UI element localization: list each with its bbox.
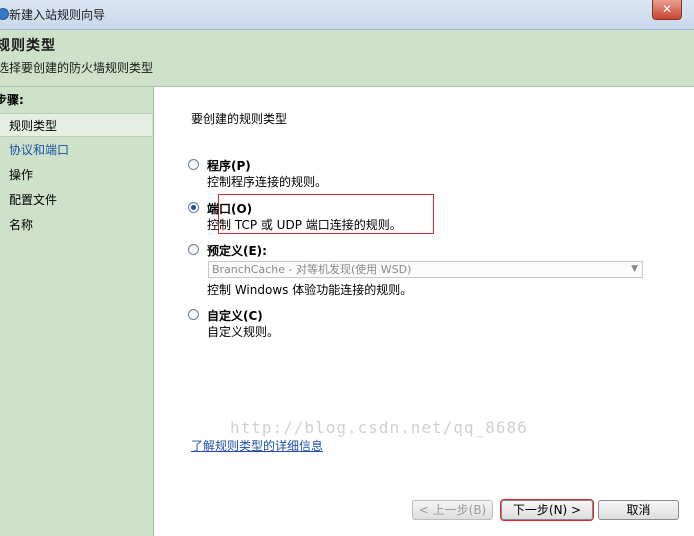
page-subtitle: 选择要创建的防火墙规则类型 [0,61,154,75]
wizard-header: 规则类型 选择要创建的防火墙规则类型 [0,30,694,87]
next-button[interactable]: 下一步(N) > [500,499,594,521]
learn-more-link[interactable]: 了解规则类型的详细信息 [191,437,323,454]
main-panel: 要创建的规则类型 程序(P) 控制程序连接的规则。 端口(O) 控制 TCP 或… [154,87,694,536]
firewall-app-icon [0,8,9,20]
sidebar-item-name[interactable]: 名称 [0,213,152,237]
predefined-select-value: BranchCache - 对等机发现(使用 WSD) [212,263,412,276]
option-port-label: 端口(O) [207,202,253,216]
page-title: 规则类型 [0,38,56,54]
radio-program[interactable] [188,159,199,170]
steps-title: 步骤: [0,93,24,107]
option-predefined-label: 预定义(E): [207,244,267,258]
radio-port[interactable] [188,202,199,213]
option-custom-label: 自定义(C) [207,309,263,323]
title-bar: 新建入站规则向导 ✕ [0,0,694,30]
option-custom-desc: 自定义规则。 [207,325,280,339]
radio-custom[interactable] [188,309,199,320]
cancel-button[interactable]: 取消 [598,500,679,520]
option-program-label: 程序(P) [207,159,251,173]
back-button[interactable]: < 上一步(B) [412,500,493,520]
option-predefined-desc: 控制 Windows 体验功能连接的规则。 [207,283,413,297]
window-title: 新建入站规则向导 [9,8,106,22]
option-program-desc: 控制程序连接的规则。 [207,175,328,189]
radio-predefined[interactable] [188,244,199,255]
predefined-select[interactable]: BranchCache - 对等机发现(使用 WSD) ▼ [208,261,643,278]
close-icon: ✕ [661,2,673,16]
rule-type-prompt: 要创建的规则类型 [191,112,288,126]
sidebar-item-profile[interactable]: 配置文件 [0,188,152,212]
chevron-down-icon: ▼ [631,264,638,274]
option-port-desc: 控制 TCP 或 UDP 端口连接的规则。 [207,218,402,232]
close-button[interactable]: ✕ [652,0,682,20]
sidebar-item-protocol-port[interactable]: 协议和端口 [0,138,152,162]
sidebar-item-action[interactable]: 操作 [0,163,152,187]
sidebar-item-rule-type[interactable]: 规则类型 [0,113,152,137]
steps-sidebar: 步骤: 规则类型 协议和端口 操作 配置文件 名称 [0,87,154,536]
